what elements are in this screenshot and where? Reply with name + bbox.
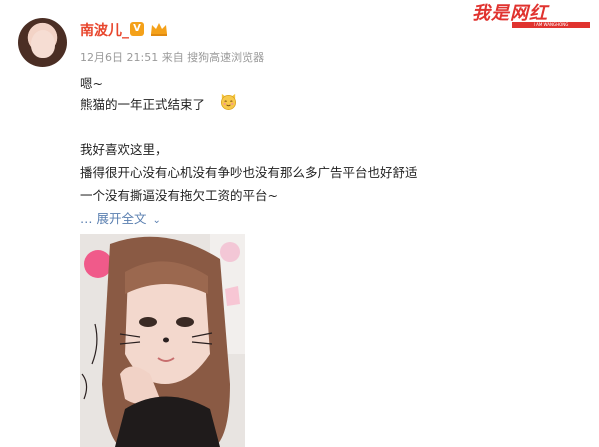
expand-full-text-link[interactable]: … 展开全文 ⌄: [80, 208, 161, 227]
post-photo[interactable]: [80, 234, 245, 447]
watermark-text: 我是网红: [472, 3, 548, 24]
post-text-line: 我好喜欢这里，: [80, 142, 168, 157]
post-photo-illustration: [80, 234, 245, 447]
verified-badge-icon[interactable]: V: [130, 22, 144, 36]
watermark-subtext: I AM WANGHONG: [512, 22, 590, 28]
cat-face-emoji-icon: [220, 93, 237, 110]
post-meta: 12月6日 21:51 来自 搜狗高速浏览器: [80, 51, 265, 64]
weibo-post: 南波儿_ V 12月6日 21:51 来自 搜狗高速浏览器 我是网红 I AM …: [0, 0, 599, 447]
post-text-line: 播得很开心没有心机没有争吵也没有那么多广告平台也好舒适: [80, 165, 418, 180]
chevron-down-icon: ⌄: [152, 215, 161, 226]
member-crown-icon[interactable]: [149, 21, 169, 37]
watermark-logo: 我是网红 I AM WANGHONG: [472, 4, 590, 28]
post-text-line: 嗯~: [80, 76, 103, 91]
post-text-line: 熊猫的一年正式结束了: [80, 97, 206, 112]
username-link[interactable]: 南波儿_: [80, 20, 129, 40]
avatar-face: [31, 30, 55, 58]
avatar[interactable]: [18, 18, 67, 67]
expand-label: … 展开全文: [80, 211, 147, 226]
post-text-line: 一个没有撕逼没有拖欠工资的平台~: [80, 188, 278, 203]
